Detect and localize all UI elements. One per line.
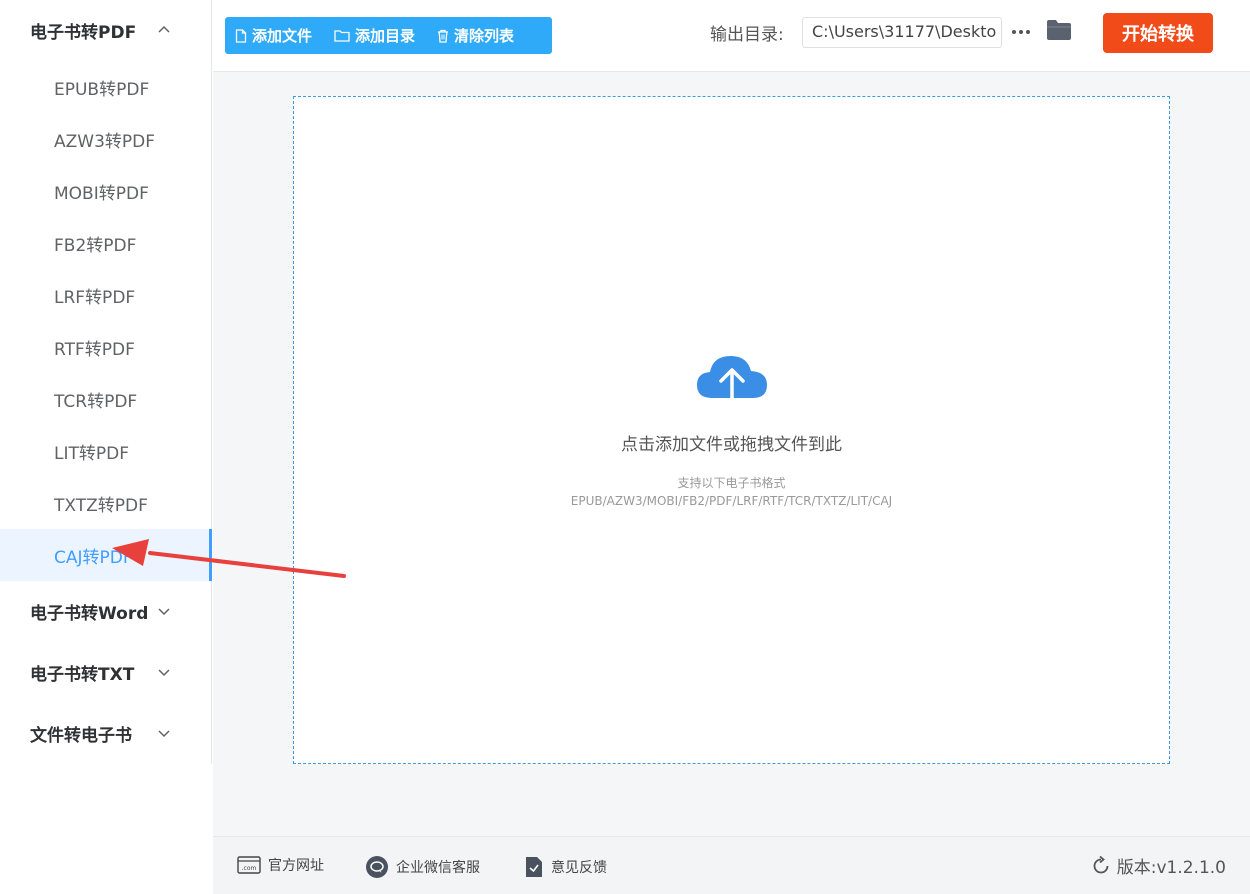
sidebar-item-lit-to-pdf[interactable]: LIT转PDF: [0, 425, 212, 477]
version-info: 版本:v1.2.1.0: [1091, 853, 1226, 878]
sidebar-menu: 电子书转PDF EPUB转PDF AZW3转PDF MOBI转PDF FB2转P…: [0, 0, 212, 764]
folder-outline-icon: [334, 30, 350, 42]
sidebar-item-azw3-to-pdf[interactable]: AZW3转PDF: [0, 113, 212, 165]
sidebar-item-epub-to-pdf[interactable]: EPUB转PDF: [0, 61, 212, 113]
wechat-support-link[interactable]: 企业微信客服: [365, 855, 480, 879]
official-website-label: 官方网址: [268, 858, 324, 874]
sidebar-item-rtf-to-pdf[interactable]: RTF转PDF: [0, 321, 212, 373]
drop-zone-subtitle: 支持以下电子书格式: [677, 476, 786, 490]
sidebar-item-fb2-to-pdf[interactable]: FB2转PDF: [0, 217, 212, 269]
menu-group-label: 电子书转PDF: [30, 22, 137, 43]
menu-group-file-to-ebook[interactable]: 文件转电子书: [0, 703, 212, 763]
chevron-down-icon: [158, 608, 170, 616]
add-file-label: 添加文件: [252, 27, 313, 45]
folder-icon[interactable]: [1046, 19, 1072, 41]
cloud-upload-icon: [697, 356, 767, 418]
chat-icon: [366, 856, 388, 878]
footer: .com 官方网址 企业微信客服 意见反馈 版本:v1.2.1.0: [213, 836, 1250, 894]
sidebar-item-tcr-to-pdf[interactable]: TCR转PDF: [0, 373, 212, 425]
menu-group-label: 文件转电子书: [30, 725, 132, 746]
trash-icon: [438, 29, 449, 43]
wechat-support-label: 企业微信客服: [396, 860, 480, 876]
sidebar-item-mobi-to-pdf[interactable]: MOBI转PDF: [0, 165, 212, 217]
sidebar-item-lrf-to-pdf[interactable]: LRF转PDF: [0, 269, 212, 321]
feedback-label: 意见反馈: [551, 860, 607, 876]
file-icon: [235, 28, 247, 43]
sidebar: 电子书转PDF EPUB转PDF AZW3转PDF MOBI转PDF FB2转P…: [0, 0, 213, 894]
output-dir-label: 输出目录:: [710, 25, 784, 45]
chevron-down-icon: [158, 669, 170, 677]
feedback-icon: [526, 857, 542, 877]
menu-group-ebook-to-word[interactable]: 电子书转Word: [0, 581, 212, 641]
start-convert-button[interactable]: 开始转换: [1103, 13, 1213, 53]
sidebar-item-txtz-to-pdf[interactable]: TXTZ转PDF: [0, 477, 212, 529]
feedback-link[interactable]: 意见反馈: [524, 855, 607, 879]
svg-text:.com: .com: [242, 865, 257, 872]
refresh-icon[interactable]: [1091, 855, 1111, 876]
official-website-link[interactable]: .com 官方网址: [237, 855, 324, 875]
supported-formats: EPUB/AZW3/MOBI/FB2/PDF/LRF/RTF/TCR/TXTZ/…: [570, 494, 893, 508]
menu-group-ebook-to-pdf[interactable]: 电子书转PDF: [0, 0, 212, 60]
add-directory-label: 添加目录: [355, 27, 416, 45]
more-icon[interactable]: [1011, 22, 1031, 42]
menu-group-label: 电子书转TXT: [30, 664, 135, 685]
chevron-down-icon: [158, 730, 170, 738]
menu-group-label: 电子书转Word: [30, 603, 149, 624]
sidebar-item-caj-to-pdf[interactable]: CAJ转PDF: [0, 529, 212, 581]
file-drop-zone[interactable]: 点击添加文件或拖拽文件到此 支持以下电子书格式 EPUB/AZW3/MOBI/F…: [293, 96, 1170, 764]
toolbar: 添加文件 添加目录 清除列表 输出目录: C:\Users\31177\Desk…: [213, 0, 1250, 72]
clear-list-label: 清除列表: [454, 27, 515, 45]
add-file-button[interactable]: 添加文件: [235, 25, 312, 46]
add-directory-button[interactable]: 添加目录: [334, 25, 415, 46]
clear-list-button[interactable]: 清除列表: [437, 25, 514, 46]
menu-group-ebook-to-txt[interactable]: 电子书转TXT: [0, 642, 212, 702]
chevron-up-icon: [158, 25, 170, 33]
drop-zone-title: 点击添加文件或拖拽文件到此: [621, 435, 842, 455]
file-button-group: 添加文件 添加目录 清除列表: [225, 17, 552, 54]
output-dir-input[interactable]: C:\Users\31177\Deskto: [802, 17, 1002, 48]
version-label: 版本:v1.2.1.0: [1116, 858, 1226, 878]
website-icon: .com: [237, 856, 261, 874]
